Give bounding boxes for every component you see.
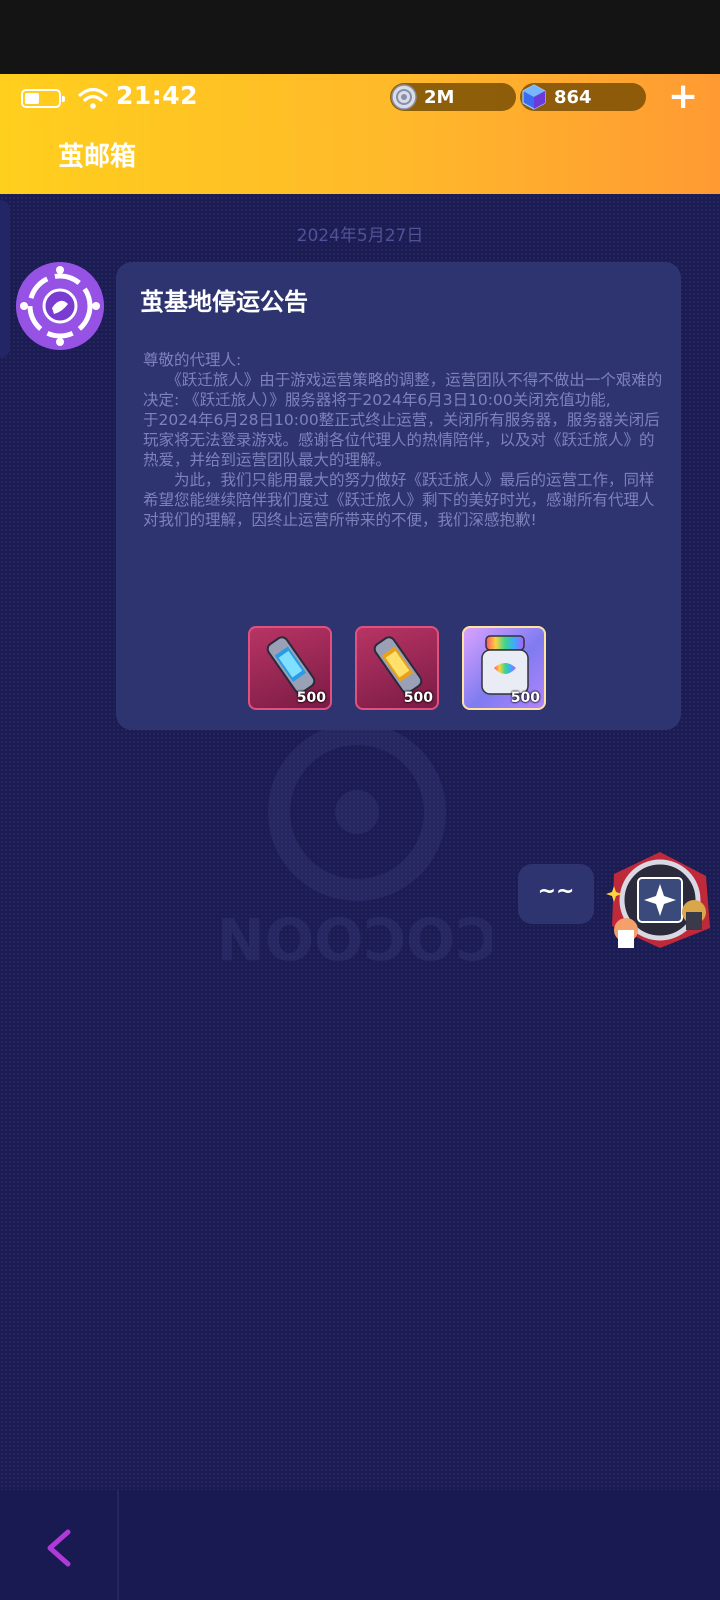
- divider: [117, 1490, 119, 1600]
- gold-canister-icon: [373, 636, 423, 694]
- wifi-icon: [78, 87, 108, 109]
- reward-item[interactable]: 500: [248, 626, 332, 710]
- system-top-bar: [0, 0, 720, 74]
- cocoon-watermark-icon: COCOON: [222, 730, 492, 970]
- message-body: 尊敬的代理人: 《跃迁旅人》由于游戏运营策略的调整，运营团队不得不做出一个艰难的…: [143, 351, 663, 529]
- message-card[interactable]: 茧基地停运公告 尊敬的代理人: 《跃迁旅人》由于游戏运营策略的调整，运营团队不得…: [116, 262, 681, 730]
- reward-qty: 500: [296, 690, 326, 706]
- page-title: 茧邮箱: [58, 142, 137, 172]
- battery-level: [25, 93, 39, 104]
- gem-value: 864: [554, 87, 592, 108]
- message-title: 茧基地停运公告: [140, 288, 308, 316]
- gem-cube-icon: [522, 84, 546, 110]
- clock: 21:42: [116, 81, 199, 110]
- reply-bubble: ~~: [518, 864, 594, 924]
- svg-text:COCOON: COCOON: [222, 904, 492, 970]
- bottom-nav: [0, 1490, 720, 1600]
- gem-balance[interactable]: 864: [520, 83, 646, 111]
- blue-canister-icon: [266, 636, 316, 694]
- sender-avatar-icon: [16, 262, 104, 350]
- thread-date: 2024年5月27日: [296, 226, 424, 246]
- reward-qty: 500: [510, 690, 540, 706]
- reward-item[interactable]: 500: [355, 626, 439, 710]
- app-header: 21:42 2M 864 + 茧邮箱: [0, 74, 720, 194]
- rainbow-jar-icon: [481, 635, 529, 695]
- reward-item[interactable]: 500: [462, 626, 546, 710]
- player-avatar-icon[interactable]: [606, 850, 714, 950]
- coin-value: 2M: [424, 87, 455, 108]
- coin-balance[interactable]: 2M: [390, 83, 516, 111]
- reward-qty: 500: [403, 690, 433, 706]
- back-arrow-icon[interactable]: [44, 1528, 74, 1568]
- status-bar: 21:42 2M 864 +: [0, 74, 720, 120]
- add-currency-button[interactable]: +: [668, 79, 698, 115]
- battery-icon: [21, 89, 65, 108]
- coin-disc-icon: [391, 84, 417, 110]
